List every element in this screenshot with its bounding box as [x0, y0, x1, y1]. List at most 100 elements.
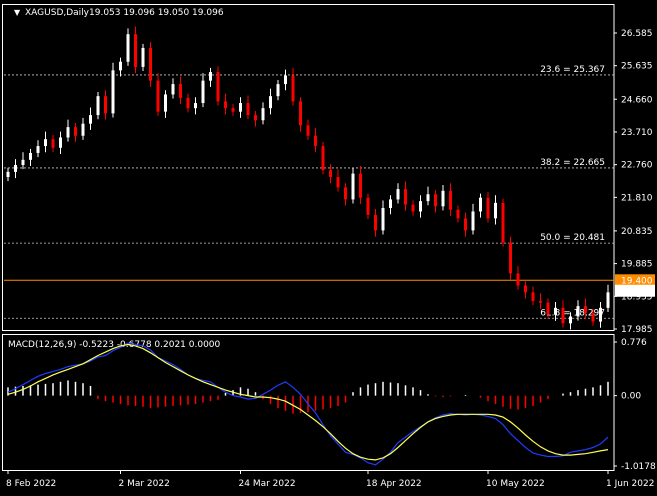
candle-body[interactable]: [306, 125, 310, 136]
price-tick-label: 24.660: [621, 95, 653, 105]
candle-body[interactable]: [336, 177, 340, 188]
candle-body[interactable]: [554, 307, 557, 315]
symbol-title: XAGUSD,Daily: [25, 8, 90, 18]
candle-body[interactable]: [216, 72, 220, 102]
candle-body[interactable]: [51, 139, 55, 148]
candle-body[interactable]: [231, 108, 235, 112]
candle-body[interactable]: [576, 306, 580, 317]
candle-body[interactable]: [456, 209, 460, 219]
candle-body[interactable]: [239, 103, 242, 112]
candle-body[interactable]: [441, 190, 445, 207]
candle-body[interactable]: [134, 34, 137, 67]
candle-body[interactable]: [269, 96, 272, 109]
candle-body[interactable]: [449, 190, 452, 210]
candle-body[interactable]: [14, 164, 17, 172]
candle-body[interactable]: [119, 61, 122, 71]
candle-body[interactable]: [411, 204, 415, 212]
candle-body[interactable]: [486, 197, 490, 219]
candle-body[interactable]: [584, 306, 587, 313]
candle-body[interactable]: [471, 211, 475, 231]
candle-body[interactable]: [284, 75, 287, 85]
candle-body[interactable]: [29, 152, 32, 160]
candle-body[interactable]: [164, 94, 167, 112]
chart-window[interactable]: 26.585 25.635 24.660 23.710 22.760 21.810 20.8…: [0, 0, 657, 492]
candle-body[interactable]: [179, 84, 182, 98]
candle-body[interactable]: [494, 202, 497, 219]
ohlc-readout: 19.053 19.096 19.050 19.096: [89, 8, 224, 18]
candle-body[interactable]: [141, 47, 145, 67]
price-pane[interactable]: 26.585 25.635 24.660 23.710 22.760 21.810 20.8…: [2, 4, 656, 336]
candle-body[interactable]: [464, 218, 467, 231]
fib-level-label: 50.0 = 20.481: [540, 233, 605, 243]
candle-body[interactable]: [104, 96, 107, 114]
candle-body[interactable]: [59, 137, 62, 148]
candle-body[interactable]: [434, 194, 437, 207]
candle-body[interactable]: [591, 312, 595, 322]
time-tick-label: 10 May 2022: [486, 479, 545, 489]
candle-body[interactable]: [329, 170, 332, 178]
candle-body[interactable]: [359, 173, 362, 198]
price-tick-label: 19.885: [621, 260, 653, 270]
candle-body[interactable]: [539, 300, 542, 303]
candle-body[interactable]: [186, 97, 190, 109]
symbol-arrow-icon[interactable]: ▼: [14, 8, 21, 17]
candle-body[interactable]: [351, 173, 355, 200]
candle-body[interactable]: [344, 187, 347, 200]
candle-body[interactable]: [149, 47, 152, 81]
candle-body[interactable]: [374, 214, 377, 231]
candle-body[interactable]: [209, 72, 212, 81]
candle-body[interactable]: [606, 292, 610, 308]
candle-body[interactable]: [194, 103, 197, 109]
candle-body[interactable]: [314, 135, 317, 147]
candle-body[interactable]: [6, 171, 10, 178]
candle-body[interactable]: [381, 208, 385, 231]
candle-body[interactable]: [291, 75, 295, 102]
candle-body[interactable]: [524, 285, 527, 293]
candle-body[interactable]: [201, 80, 205, 104]
macd-pane[interactable]: MACD(12,26,9) -0.5223 -0.6778 0.2021 0.0…: [2, 334, 657, 473]
candle-body[interactable]: [516, 273, 520, 286]
price-tick-label: 26.585: [621, 29, 653, 39]
candle-body[interactable]: [81, 123, 85, 136]
time-tick-label: 18 Apr 2022: [366, 479, 422, 489]
candle-body[interactable]: [531, 292, 535, 301]
candle-body[interactable]: [111, 70, 115, 114]
candle-body[interactable]: [396, 189, 400, 200]
candle-body[interactable]: [21, 159, 25, 165]
macd-tick-label: 0.776: [621, 338, 647, 348]
candle-body[interactable]: [156, 80, 160, 112]
candle-body[interactable]: [299, 101, 302, 126]
candle-body[interactable]: [509, 242, 512, 274]
candle-body[interactable]: [321, 146, 325, 171]
candle-body[interactable]: [246, 103, 250, 116]
fib-level-label: 38.2 = 22.665: [540, 158, 605, 168]
time-axis: 8 Feb 2022 2 Mar 2022 24 Mar 2022 18 Apr 20…: [6, 470, 654, 489]
time-tick-label: 2 Mar 2022: [119, 479, 170, 489]
candle-body[interactable]: [501, 202, 505, 243]
candle-body[interactable]: [366, 197, 370, 215]
candle-body[interactable]: [261, 108, 265, 121]
candle-body[interactable]: [389, 199, 392, 209]
time-tick-label: 1 Jun 2022: [606, 479, 654, 489]
candle-body[interactable]: [126, 34, 130, 62]
candle-body[interactable]: [404, 189, 407, 205]
price-tick-label: 22.760: [621, 161, 653, 171]
candle-body[interactable]: [254, 115, 257, 121]
candle-body[interactable]: [74, 127, 77, 136]
candle-body[interactable]: [479, 197, 482, 212]
candle-body[interactable]: [561, 307, 565, 324]
candle-body[interactable]: [569, 316, 572, 324]
candle-body[interactable]: [66, 127, 70, 138]
chart-canvas[interactable]: 26.585 25.635 24.660 23.710 22.760 21.810 20.8…: [0, 0, 657, 492]
candle-body[interactable]: [599, 307, 602, 322]
candle-body[interactable]: [36, 146, 40, 153]
candle-body[interactable]: [96, 96, 100, 116]
candle-body[interactable]: [44, 139, 47, 147]
candle-body[interactable]: [419, 201, 422, 212]
candle-body[interactable]: [276, 84, 280, 97]
candle-body[interactable]: [546, 302, 550, 315]
candle-body[interactable]: [426, 194, 430, 202]
candle-body[interactable]: [89, 115, 92, 124]
candle-body[interactable]: [224, 101, 227, 109]
candle-body[interactable]: [171, 84, 175, 95]
